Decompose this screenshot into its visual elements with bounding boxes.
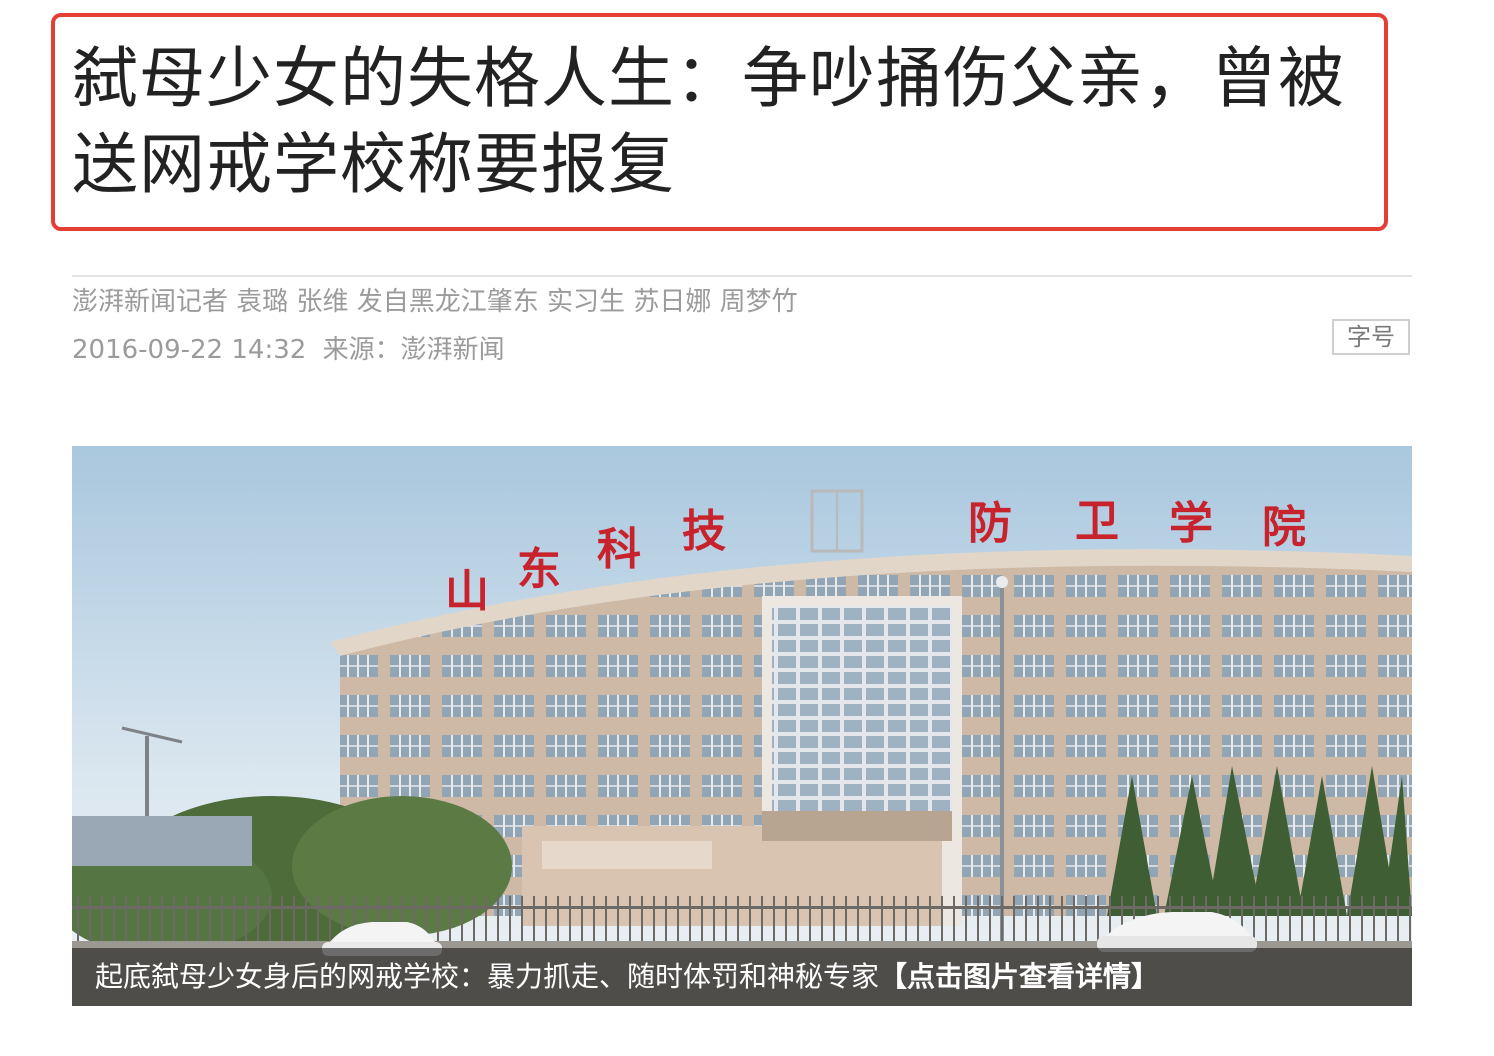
article-meta: 2016-09-22 14:32 来源：澎湃新闻: [72, 331, 505, 369]
photo-caption: 起底弑母少女身后的网戒学校：暴力抓走、随时体罚和神秘专家【点击图片查看详情】: [95, 957, 1159, 997]
sign-char: 院: [1262, 502, 1306, 553]
sign-char: 学: [1169, 498, 1213, 549]
caption-text: 起底弑母少女身后的网戒学校：暴力抓走、随时体罚和神秘专家: [95, 960, 880, 993]
publish-datetime: 2016-09-22 14:32: [72, 335, 307, 365]
sign-char: 技: [682, 506, 726, 557]
sign-char: 山: [445, 566, 489, 617]
sign-char: 科: [597, 524, 641, 575]
article-source: 来源：澎湃新闻: [322, 335, 505, 365]
header-divider: [72, 275, 1412, 277]
sign-char: 东: [517, 544, 561, 595]
article-photo[interactable]: 山 东 科 技 防 卫 学 院 起底弑母少女身后的网戒学校：暴力抓走、随时体罚和…: [72, 446, 1412, 1006]
article-page: 弑母少女的失格人生：争吵捅伤父亲，曾被送网戒学校称要报复 澎湃新闻记者 袁璐 张…: [0, 0, 1494, 1056]
school-building-image: 山 东 科 技 防 卫 学 院: [72, 446, 1412, 1006]
font-size-button[interactable]: 字号: [1332, 319, 1410, 355]
caption-details-link[interactable]: 【点击图片查看详情】: [879, 960, 1159, 993]
article-byline: 澎湃新闻记者 袁璐 张维 发自黑龙江肇东 实习生 苏日娜 周梦竹: [72, 287, 798, 317]
sign-char: 卫: [1075, 496, 1119, 547]
photo-caption-bar: 起底弑母少女身后的网戒学校：暴力抓走、随时体罚和神秘专家【点击图片查看详情】: [72, 948, 1412, 1006]
article-headline: 弑母少女的失格人生：争吵捅伤父亲，曾被送网戒学校称要报复: [72, 40, 1345, 203]
sign-char: 防: [968, 498, 1012, 549]
